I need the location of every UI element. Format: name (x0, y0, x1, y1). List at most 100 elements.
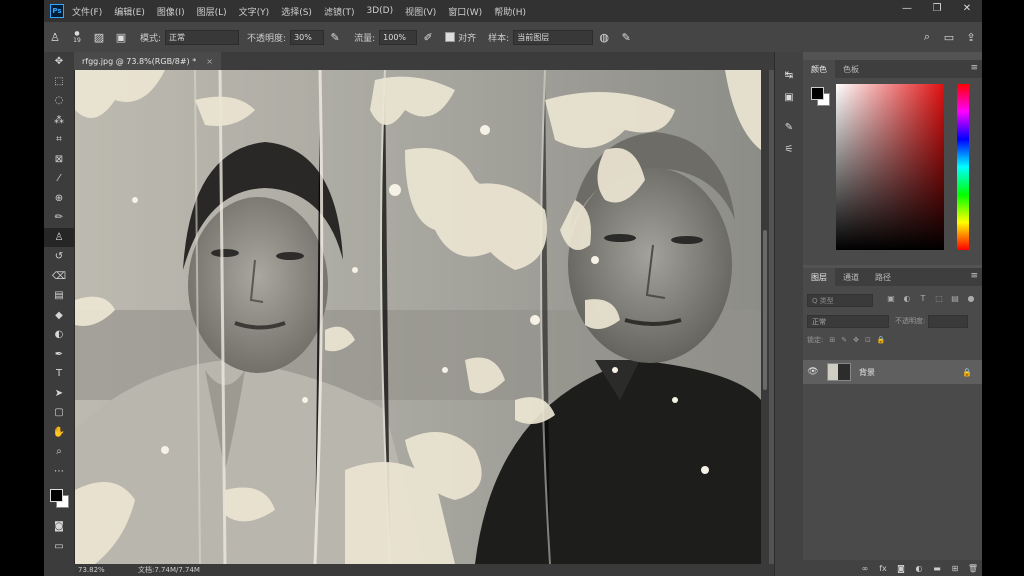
pen-tool-icon[interactable]: ✒ (44, 345, 74, 365)
filter-pixel-icon[interactable]: ▣ (883, 294, 899, 303)
menu-image[interactable]: 图像(I) (157, 5, 185, 18)
filter-adjustment-icon[interactable]: ◐ (899, 294, 915, 303)
marquee-tool-icon[interactable]: ⬚ (44, 72, 74, 92)
blend-mode-select[interactable]: 正常 (807, 315, 889, 328)
lock-artboard-icon[interactable]: ⊡ (865, 336, 871, 344)
document-size[interactable]: 文档:7.74M/7.74M (138, 565, 200, 575)
pressure-opacity-icon[interactable]: ✎ (328, 30, 342, 44)
layer-name[interactable]: 背景 (859, 367, 962, 378)
menu-file[interactable]: 文件(F) (72, 5, 102, 18)
gradient-tool-icon[interactable]: ▤ (44, 286, 74, 306)
hand-tool-icon[interactable]: ✋ (44, 423, 74, 443)
zoom-tool-icon[interactable]: ⌕ (44, 442, 74, 462)
tab-paths[interactable]: 路径 (867, 268, 899, 286)
foreground-color-swatch[interactable] (50, 489, 63, 502)
color-picker-field[interactable] (836, 84, 944, 250)
move-tool-icon[interactable]: ✥ (44, 52, 74, 72)
add-mask-icon[interactable]: ◙ (892, 564, 910, 573)
dodge-tool-icon[interactable]: ◐ (44, 325, 74, 345)
opacity-input[interactable]: 30% (290, 29, 325, 45)
blur-tool-icon[interactable]: ◆ (44, 306, 74, 326)
layer-opacity-input[interactable] (928, 315, 969, 328)
lock-transparent-icon[interactable]: ⊞ (829, 336, 835, 344)
rectangle-tool-icon[interactable]: ▢ (44, 403, 74, 423)
hue-slider[interactable] (957, 84, 969, 250)
document-canvas[interactable] (75, 70, 761, 564)
workspace-icon[interactable]: ▭ (942, 30, 956, 44)
lock-all-icon[interactable]: 🔒 (877, 336, 886, 344)
quick-select-tool-icon[interactable]: ⁂ (44, 111, 74, 131)
color-panel-menu-icon[interactable]: ≡ (970, 63, 978, 73)
delete-layer-icon[interactable]: 🗑 (964, 564, 982, 573)
flow-input[interactable]: 100% (379, 29, 418, 45)
aligned-checkbox[interactable] (445, 32, 456, 42)
new-adjustment-icon[interactable]: ◐ (910, 564, 928, 573)
search-icon[interactable]: ⌕ (920, 30, 934, 44)
brush-preset-picker[interactable]: ● 19 (70, 30, 84, 44)
more-tools-icon[interactable]: ⋯ (44, 462, 74, 482)
lock-position-icon[interactable]: ✥ (853, 336, 859, 344)
close-tab-icon[interactable]: × (206, 57, 213, 66)
filter-toggle-icon[interactable]: ● (963, 294, 979, 303)
brush-settings-icon[interactable]: ✎ (775, 116, 803, 138)
quick-mask-icon[interactable]: ◙ (44, 517, 74, 537)
zoom-level[interactable]: 73.82% (78, 566, 128, 574)
lasso-tool-icon[interactable]: ◌ (44, 91, 74, 111)
canvas-vertical-scrollbar[interactable] (761, 70, 769, 564)
ignore-adjustment-layers-icon[interactable]: ◍ (597, 30, 611, 44)
tab-color[interactable]: 颜色 (803, 60, 835, 78)
airbrush-icon[interactable]: ✐ (421, 30, 435, 44)
menu-select[interactable]: 选择(S) (281, 5, 312, 18)
link-layers-icon[interactable]: ∞ (856, 564, 874, 573)
brush-tool-icon[interactable]: ✏ (44, 208, 74, 228)
menu-filter[interactable]: 滤镜(T) (324, 5, 355, 18)
menu-window[interactable]: 窗口(W) (448, 5, 482, 18)
mode-select[interactable]: 正常 (165, 29, 240, 45)
restore-button[interactable]: ❐ (922, 0, 952, 16)
menu-edit[interactable]: 编辑(E) (114, 5, 145, 18)
layers-panel-menu-icon[interactable]: ≡ (970, 271, 978, 281)
scrollbar-thumb[interactable] (763, 230, 767, 390)
menu-3d[interactable]: 3D(D) (366, 6, 393, 16)
filter-smart-icon[interactable]: ▤ (947, 294, 963, 303)
visibility-eye-icon[interactable]: 👁 (803, 367, 823, 377)
lock-image-icon[interactable]: ✎ (841, 336, 847, 344)
clone-stamp-tool-icon[interactable]: ♙ (48, 30, 62, 44)
healing-brush-tool-icon[interactable]: ⊕ (44, 189, 74, 209)
tab-channels[interactable]: 通道 (835, 268, 867, 286)
panel-foreground-swatch[interactable] (811, 87, 824, 100)
document-tab[interactable]: rfgg.jpg @ 73.8%(RGB/8#) * × (74, 52, 221, 70)
eyedropper-tool-icon[interactable]: ⁄ (44, 169, 74, 189)
history-brush-tool-icon[interactable]: ↺ (44, 247, 74, 267)
menu-help[interactable]: 帮助(H) (494, 5, 526, 18)
sample-select[interactable]: 当前图层 (513, 29, 594, 45)
eraser-tool-icon[interactable]: ⌫ (44, 267, 74, 287)
layer-filter-input[interactable]: Q 类型 (807, 294, 873, 307)
frame-tool-icon[interactable]: ⊠ (44, 150, 74, 170)
clone-source-panel-icon[interactable]: ▣ (114, 30, 128, 44)
clone-stamp-tool-icon[interactable]: ♙ (44, 227, 74, 247)
pressure-size-icon[interactable]: ✎ (619, 30, 633, 44)
adjustments-panel-icon[interactable]: ⚟ (775, 138, 803, 160)
path-select-tool-icon[interactable]: ➤ (44, 384, 74, 404)
layer-style-icon[interactable]: fx (874, 564, 892, 573)
filter-shape-icon[interactable]: ⬚ (931, 294, 947, 303)
color-swatches[interactable] (44, 481, 74, 517)
layer-row-background[interactable]: 👁 背景 🔒 (803, 360, 982, 384)
minimize-button[interactable]: — (892, 0, 922, 16)
tab-layers[interactable]: 图层 (803, 268, 835, 286)
new-layer-icon[interactable]: ⊞ (946, 564, 964, 573)
type-tool-icon[interactable]: T (44, 364, 74, 384)
menu-layer[interactable]: 图层(L) (197, 5, 227, 18)
tab-swatches[interactable]: 色板 (835, 60, 867, 78)
toggle-brush-panel-icon[interactable]: ▨ (92, 30, 106, 44)
menu-view[interactable]: 视图(V) (405, 5, 436, 18)
share-icon[interactable]: ⇪ (964, 30, 978, 44)
new-group-icon[interactable]: ▬ (928, 564, 946, 573)
properties-panel-icon[interactable]: ▣ (775, 86, 803, 108)
filter-type-icon[interactable]: T (915, 294, 931, 303)
crop-tool-icon[interactable]: ⌗ (44, 130, 74, 150)
menu-type[interactable]: 文字(Y) (239, 5, 270, 18)
history-panel-icon[interactable]: ↹ (775, 64, 803, 86)
screen-mode-icon[interactable]: ▭ (44, 537, 74, 557)
